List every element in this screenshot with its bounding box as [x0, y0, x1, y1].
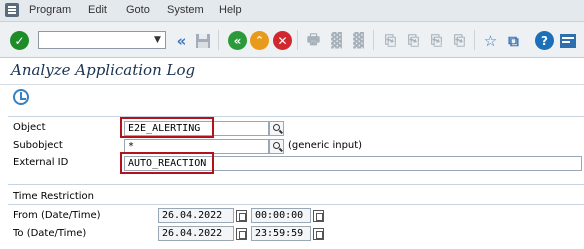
chevron-down-icon[interactable]: ▼: [151, 33, 164, 47]
time-group-rule: [8, 204, 584, 205]
from-date-field[interactable]: 26.04.2022: [158, 208, 234, 223]
enter-checkmark-icon[interactable]: ✓: [10, 31, 29, 50]
to-date-value: 26.04.2022: [162, 228, 223, 239]
object-label: Object: [13, 122, 46, 133]
create-session-icon[interactable]: ☆: [481, 31, 500, 50]
subobject-value-help[interactable]: [269, 139, 284, 154]
toolbar-separator: [474, 30, 475, 50]
execute-clock-icon[interactable]: [13, 89, 29, 105]
to-date-field[interactable]: 26.04.2022: [158, 226, 234, 241]
to-time-field[interactable]: 23:59:59: [251, 226, 311, 241]
save-icon[interactable]: [193, 31, 212, 50]
from-date-value: 26.04.2022: [162, 210, 223, 221]
toolbar-separator: [218, 30, 219, 50]
time-group-rule-top: [8, 184, 584, 185]
help-icon[interactable]: ?: [535, 31, 554, 50]
clock-picker-icon[interactable]: [313, 228, 324, 240]
previous-page-icon[interactable]: ⎘: [404, 31, 423, 50]
to-time-value: 23:59:59: [255, 228, 304, 239]
menu-goto[interactable]: Goto: [126, 4, 150, 16]
clock-picker-icon[interactable]: [313, 210, 324, 222]
calendar-icon[interactable]: [236, 210, 247, 222]
menu-system[interactable]: System: [167, 4, 204, 16]
from-time-field[interactable]: 00:00:00: [251, 208, 311, 223]
find-icon[interactable]: ▓: [327, 31, 346, 50]
to-label: To (Date/Time): [13, 228, 87, 239]
generic-input-hint: (generic input): [288, 140, 363, 151]
first-page-icon[interactable]: ⎘: [381, 31, 400, 50]
toolbar-separator: [297, 30, 298, 50]
menu-edit[interactable]: Edit: [88, 4, 107, 16]
cancel-icon[interactable]: ✕: [273, 31, 292, 50]
menu-bar: Program Edit Goto System Help: [0, 0, 584, 22]
standard-toolbar: ✓ ▼ « « ⌃ ✕ 🖶 ▓ ▓ ⎘ ⎘ ⎘ ⎘ ☆ ⧉ ?: [0, 22, 584, 58]
layout-menu-icon[interactable]: [558, 31, 577, 50]
menu-program[interactable]: Program: [29, 4, 71, 16]
last-page-icon[interactable]: ⎘: [450, 31, 469, 50]
menu-help[interactable]: Help: [219, 4, 242, 16]
next-page-icon[interactable]: ⎘: [427, 31, 446, 50]
search-icon: [273, 124, 280, 131]
calendar-icon[interactable]: [236, 228, 247, 240]
external-id-label: External ID: [13, 157, 69, 168]
selection-group-rule: [8, 116, 584, 117]
search-icon: [273, 142, 280, 149]
page-title: Analyze Application Log: [11, 61, 196, 79]
subobject-label: Subobject: [13, 140, 63, 151]
print-icon[interactable]: 🖶: [304, 31, 323, 50]
shortcut-icon[interactable]: ⧉: [504, 31, 523, 50]
external-id-highlight-box: [120, 152, 214, 174]
time-restriction-title: Time Restriction: [13, 191, 94, 202]
find-next-icon[interactable]: ▓: [349, 31, 368, 50]
from-label: From (Date/Time): [13, 210, 101, 221]
toolbar-separator: [373, 30, 374, 50]
double-chevron-left-icon[interactable]: «: [172, 31, 191, 50]
subobject-value: *: [128, 141, 135, 152]
from-time-value: 00:00:00: [255, 210, 304, 221]
system-menu-icon[interactable]: [5, 3, 19, 17]
back-icon[interactable]: «: [228, 31, 247, 50]
exit-icon[interactable]: ⌃: [250, 31, 269, 50]
object-value-help[interactable]: [269, 121, 284, 136]
title-divider: [0, 84, 584, 85]
command-field[interactable]: ▼: [38, 31, 166, 49]
object-highlight-box: [120, 117, 214, 138]
